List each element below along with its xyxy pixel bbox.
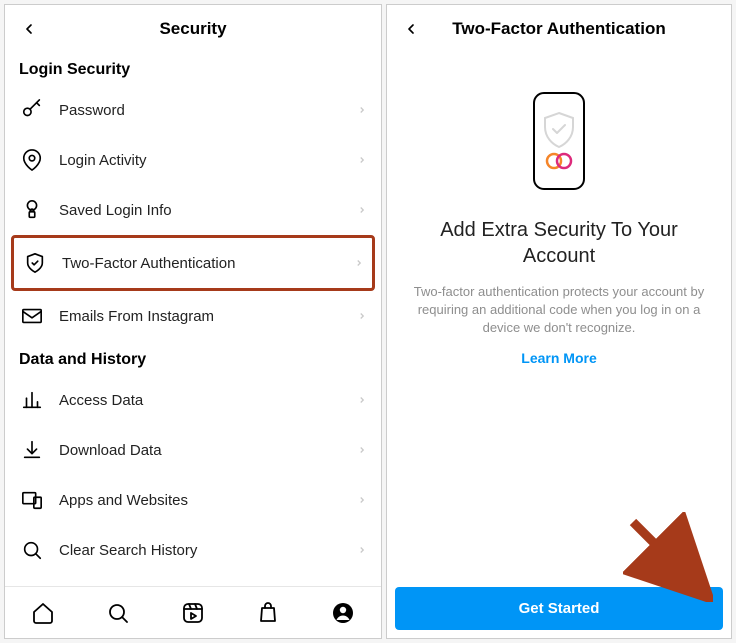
- hero-heading: Add Extra Security To Your Account: [411, 217, 707, 269]
- bottom-nav: [5, 586, 381, 638]
- row-saved-login-info[interactable]: Saved Login Info: [5, 185, 381, 235]
- nav-reels[interactable]: [178, 598, 208, 628]
- hero: Add Extra Security To Your Account Two-f…: [387, 51, 731, 579]
- devices-icon: [19, 487, 45, 513]
- reels-icon: [181, 601, 205, 625]
- row-label: Clear Search History: [59, 542, 357, 559]
- chevron-right-icon: [357, 153, 367, 167]
- chevron-right-icon: [357, 203, 367, 217]
- phone-illustration: [524, 91, 594, 191]
- mail-icon: [19, 303, 45, 329]
- hero-body: Two-factor authentication protects your …: [411, 283, 707, 338]
- chevron-right-icon: [357, 309, 367, 323]
- page-title: Security: [17, 19, 369, 39]
- section-login-security: Login Security: [5, 51, 381, 85]
- header: Two-Factor Authentication: [387, 5, 731, 51]
- row-label: Saved Login Info: [59, 202, 357, 219]
- row-label: Apps and Websites: [59, 492, 357, 509]
- chevron-right-icon: [357, 543, 367, 557]
- row-login-activity[interactable]: Login Activity: [5, 135, 381, 185]
- nav-search[interactable]: [103, 598, 133, 628]
- chevron-right-icon: [354, 256, 364, 270]
- shop-bag-icon: [256, 601, 280, 625]
- location-pin-icon: [19, 147, 45, 173]
- row-download-data[interactable]: Download Data: [5, 425, 381, 475]
- shield-check-icon: [22, 250, 48, 276]
- download-icon: [19, 437, 45, 463]
- nav-shop[interactable]: [253, 598, 283, 628]
- chevron-right-icon: [357, 443, 367, 457]
- two-factor-panel: Two-Factor Authentication Add Extra Secu…: [386, 4, 732, 639]
- page-title: Two-Factor Authentication: [399, 19, 719, 39]
- learn-more-link[interactable]: Learn More: [521, 350, 596, 366]
- row-label: Download Data: [59, 442, 357, 459]
- nav-home[interactable]: [28, 598, 58, 628]
- chevron-right-icon: [357, 493, 367, 507]
- get-started-button[interactable]: Get Started: [395, 587, 723, 630]
- key-icon: [19, 97, 45, 123]
- header: Security: [5, 5, 381, 51]
- row-password[interactable]: Password: [5, 85, 381, 135]
- row-label: Access Data: [59, 392, 357, 409]
- row-clear-search-history[interactable]: Clear Search History: [5, 525, 381, 575]
- person-lock-icon: [19, 197, 45, 223]
- row-access-data[interactable]: Access Data: [5, 375, 381, 425]
- row-label: Two-Factor Authentication: [62, 255, 354, 272]
- section-data-history: Data and History: [5, 341, 381, 375]
- row-label: Login Activity: [59, 152, 357, 169]
- chevron-right-icon: [357, 393, 367, 407]
- home-icon: [31, 601, 55, 625]
- profile-icon: [331, 601, 355, 625]
- search-icon: [106, 601, 130, 625]
- row-two-factor-authentication[interactable]: Two-Factor Authentication: [11, 235, 375, 291]
- nav-profile[interactable]: [328, 598, 358, 628]
- search-icon: [19, 537, 45, 563]
- row-emails-from-instagram[interactable]: Emails From Instagram: [5, 291, 381, 341]
- row-label: Password: [59, 102, 357, 119]
- row-label: Emails From Instagram: [59, 308, 357, 325]
- row-apps-websites[interactable]: Apps and Websites: [5, 475, 381, 525]
- security-settings-panel: Security Login Security Password Login A…: [4, 4, 382, 639]
- chevron-right-icon: [357, 103, 367, 117]
- bar-chart-icon: [19, 387, 45, 413]
